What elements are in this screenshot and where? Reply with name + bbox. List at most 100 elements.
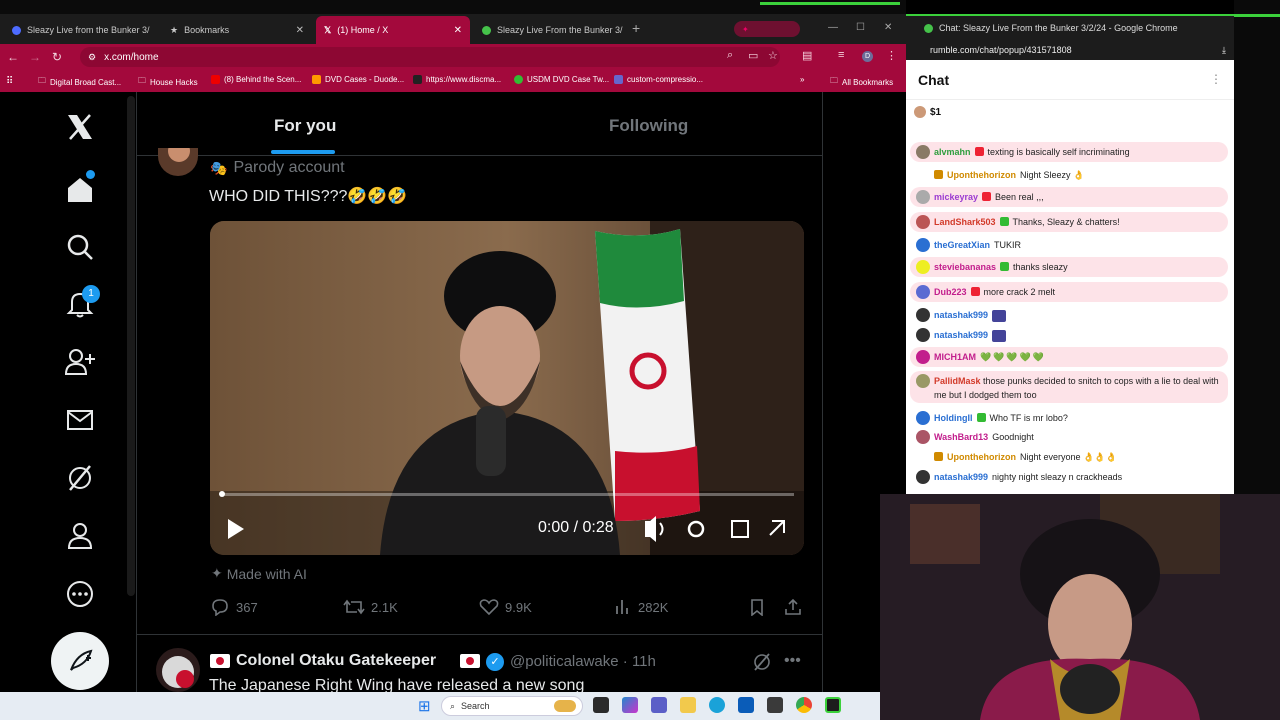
feather-icon bbox=[70, 649, 93, 671]
bookmark-item[interactable]: (8) Behind the Scen... bbox=[211, 75, 301, 84]
reload-icon[interactable]: ↻ bbox=[46, 50, 68, 64]
avatar bbox=[916, 308, 930, 322]
emote-icon bbox=[992, 330, 1007, 342]
chat-address-bar[interactable]: rumble.com/chat/popup/431571808 ⤓ bbox=[906, 40, 1234, 60]
app-icon[interactable] bbox=[767, 697, 783, 713]
emote-row-icon: 💚💚💚💚💚 bbox=[980, 352, 1047, 362]
scrollbar[interactable] bbox=[127, 96, 135, 596]
chrome-icon[interactable] bbox=[796, 697, 812, 713]
tweet-author-handle[interactable]: @politicalawake · 11h bbox=[510, 653, 656, 670]
like-button[interactable]: 9.9K bbox=[479, 598, 532, 616]
extensions-icon[interactable]: ≡ bbox=[838, 49, 844, 61]
x-logo-icon[interactable] bbox=[62, 109, 98, 145]
profile-avatar[interactable]: D bbox=[862, 51, 873, 62]
all-bookmarks[interactable]: 🗀 All Bookmarks bbox=[830, 75, 893, 89]
more-bookmarks-icon[interactable]: » bbox=[800, 75, 804, 84]
rumble-favicon-icon bbox=[924, 23, 933, 33]
apps-icon[interactable]: ⠿ bbox=[6, 76, 13, 87]
search-icon: ⌕ bbox=[450, 700, 456, 711]
more-icon[interactable] bbox=[62, 576, 98, 612]
repost-button[interactable]: 2.1K bbox=[343, 598, 398, 616]
avatar bbox=[916, 215, 930, 229]
reply-icon bbox=[212, 599, 228, 616]
avatar bbox=[916, 470, 930, 484]
cast-icon[interactable]: ▭ bbox=[748, 49, 758, 62]
back-icon[interactable]: ← bbox=[2, 50, 24, 64]
tab-for-you[interactable]: For you bbox=[274, 116, 336, 136]
chat-message: Uponthehorizon Night Sleezy 👌 bbox=[910, 165, 1228, 185]
video-player[interactable]: 0:00 / 0:28 bbox=[210, 221, 804, 555]
tab-x-home[interactable]: 𝕏 (1) Home / X ✕ bbox=[316, 16, 470, 44]
obs-icon[interactable] bbox=[825, 697, 841, 713]
new-tab-button[interactable]: + bbox=[632, 20, 640, 36]
chat-message: natashak999 bbox=[910, 325, 1228, 345]
site-info-icon[interactable]: ⚙ bbox=[88, 52, 96, 63]
more-options-icon[interactable]: ••• bbox=[784, 652, 801, 670]
bookmark-item[interactable]: custom-compressio... bbox=[614, 75, 703, 84]
custom-icon bbox=[614, 75, 623, 84]
badge-icon bbox=[934, 452, 943, 461]
windows-start-icon[interactable]: ⊞ bbox=[418, 697, 431, 715]
chat-message: PallidMask those punks decided to snitch… bbox=[910, 371, 1228, 403]
copilot-icon[interactable] bbox=[622, 697, 638, 713]
profile-icon[interactable] bbox=[62, 518, 98, 554]
bookmark-item[interactable]: USDM DVD Case Tw... bbox=[514, 75, 609, 84]
bookmark-item[interactable]: https://www.discma... bbox=[413, 75, 501, 84]
address-bar[interactable]: ⚙ x.com/home bbox=[80, 47, 780, 67]
chat-message: LandShark503 Thanks, Sleazy & chatters! bbox=[910, 212, 1228, 232]
avatar bbox=[916, 260, 930, 274]
grok-icon[interactable] bbox=[62, 460, 98, 496]
sidebar-icon[interactable]: ▤ bbox=[802, 49, 812, 62]
tab-bookmarks[interactable]: ★ Bookmarks ✕ bbox=[162, 18, 312, 42]
store-icon[interactable] bbox=[738, 697, 754, 713]
chat-popup-window: Chat: Sleazy Live From the Bunker 3/2/24… bbox=[906, 16, 1234, 494]
close-tab-icon[interactable]: ✕ bbox=[454, 25, 462, 36]
edge-icon[interactable] bbox=[709, 697, 725, 713]
close-window-button[interactable]: ✕ bbox=[884, 22, 892, 33]
search-icon[interactable] bbox=[62, 229, 98, 265]
webcam-frame bbox=[880, 494, 1280, 720]
chat-message: Uponthehorizon Night everyone 👌👌👌 bbox=[910, 447, 1228, 467]
mail-icon[interactable] bbox=[62, 402, 98, 438]
bookmark-item[interactable]: 🗀 Digital Broad Cast... bbox=[38, 75, 121, 89]
badge-icon bbox=[970, 287, 980, 296]
forward-icon[interactable]: → bbox=[24, 50, 46, 64]
zoom-icon[interactable]: ⌕ bbox=[727, 49, 733, 62]
green-deco bbox=[760, 2, 900, 5]
avatar[interactable] bbox=[156, 648, 200, 692]
mask-icon: 🎭 bbox=[210, 159, 228, 176]
search-highlight-icon bbox=[554, 700, 576, 712]
bookmark-item[interactable]: DVD Cases - Duode... bbox=[312, 75, 404, 84]
tab-sleazy-2[interactable]: Sleazy Live From the Bunker 3/ ✕ bbox=[474, 18, 626, 42]
tab-following[interactable]: Following bbox=[609, 116, 688, 136]
menu-icon[interactable]: ⋮ bbox=[886, 49, 897, 62]
tab-sleazy-1[interactable]: Sleazy Live from the Bunker 3/ ✕ bbox=[4, 18, 156, 42]
views-button[interactable]: 282K bbox=[614, 598, 668, 616]
bookmark-star-icon[interactable]: ☆ bbox=[768, 49, 778, 62]
compose-post-button[interactable] bbox=[51, 632, 109, 690]
grok-icon[interactable] bbox=[752, 652, 772, 677]
active-tab-indicator bbox=[271, 150, 335, 154]
taskbar-search[interactable]: ⌕ Search bbox=[441, 696, 583, 716]
views-icon bbox=[616, 600, 628, 614]
maximize-button[interactable]: ☐ bbox=[856, 22, 865, 33]
avatar bbox=[916, 285, 930, 299]
teams-icon[interactable] bbox=[651, 697, 667, 713]
follow-icon[interactable] bbox=[62, 344, 98, 380]
task-view-icon[interactable] bbox=[593, 697, 609, 713]
reply-button[interactable]: 367 bbox=[210, 598, 258, 616]
download-icon[interactable]: ⤓ bbox=[1222, 45, 1226, 56]
chat-menu-icon[interactable]: ⋮ bbox=[1210, 72, 1222, 86]
bookmark-button[interactable] bbox=[748, 598, 766, 616]
share-button[interactable] bbox=[784, 598, 802, 616]
bookmark-item[interactable]: 🗀 House Hacks bbox=[138, 75, 198, 89]
badge-icon bbox=[982, 192, 992, 201]
avatar bbox=[916, 328, 930, 342]
chat-message: steviebananas thanks sleazy bbox=[910, 257, 1228, 277]
minimize-button[interactable]: — bbox=[828, 22, 838, 33]
rant-bar[interactable]: $1 bbox=[914, 106, 941, 118]
file-explorer-icon[interactable] bbox=[680, 697, 696, 713]
folder-icon: 🗀 bbox=[38, 76, 46, 85]
close-tab-icon[interactable]: ✕ bbox=[296, 25, 304, 36]
tweet-author-name[interactable]: Colonel Otaku Gatekeeper bbox=[236, 652, 436, 670]
